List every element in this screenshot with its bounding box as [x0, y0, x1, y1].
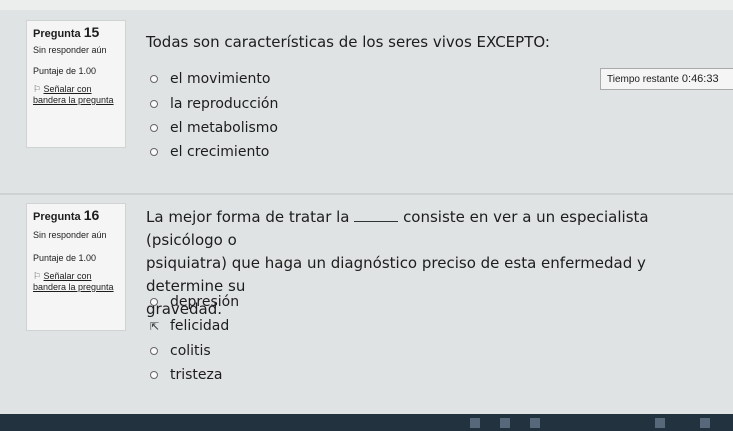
radio-button-icon[interactable] — [150, 298, 158, 306]
question-status: Sin responder aún — [33, 230, 107, 240]
question-15-title: Pregunta 15 — [33, 24, 119, 40]
radio-button-icon[interactable] — [150, 371, 158, 379]
option-la-reproduccion[interactable]: la reproducción — [150, 94, 278, 114]
top-strip — [0, 0, 733, 10]
option-label[interactable]: depresión — [170, 294, 239, 310]
option-label[interactable]: felicidad — [170, 318, 229, 334]
taskbar-app-icon[interactable] — [700, 418, 710, 428]
radio-button-icon[interactable] — [150, 75, 158, 83]
option-el-metabolismo[interactable]: el metabolismo — [150, 118, 278, 138]
taskbar-app-icon[interactable] — [655, 418, 665, 428]
question-label: Pregunta — [33, 211, 81, 223]
question-divider — [0, 193, 733, 195]
radio-button-icon[interactable] — [150, 347, 158, 355]
time-remaining: Tiempo restante 0:46:33 — [600, 68, 733, 90]
option-el-crecimiento[interactable]: el crecimiento — [150, 142, 269, 162]
radio-button-icon[interactable] — [150, 148, 158, 156]
question-16-title: Pregunta 16 — [33, 207, 119, 223]
mouse-cursor-icon: ⇱ — [150, 319, 160, 333]
answer-blank — [354, 211, 399, 222]
option-tristeza[interactable]: tristeza — [150, 365, 222, 385]
option-label[interactable]: el metabolismo — [170, 120, 278, 136]
radio-button-icon[interactable] — [150, 100, 158, 108]
option-depresion[interactable]: depresión — [150, 292, 239, 312]
question-number: 15 — [83, 24, 100, 40]
option-label[interactable]: colitis — [170, 343, 211, 359]
option-label[interactable]: el movimiento — [170, 71, 270, 87]
flag-question-label[interactable]: Señalar con bandera la pregunta — [33, 271, 114, 292]
option-label[interactable]: tristeza — [170, 367, 222, 383]
question-15-info: Pregunta 15 Sin responder aún Puntaje de… — [26, 20, 126, 148]
flag-question-link[interactable]: ⚐ Señalar con bandera la pregunta — [33, 271, 119, 293]
question-grade: Puntaje de 1.00 — [33, 253, 97, 263]
taskbar-app-icon[interactable] — [470, 418, 480, 428]
question-16-info: Pregunta 16 Sin responder aún Puntaje de… — [26, 203, 126, 331]
radio-button-icon[interactable] — [150, 124, 158, 132]
question-grade: Puntaje de 1.00 — [33, 66, 97, 76]
question-status: Sin responder aún — [33, 45, 107, 55]
option-label[interactable]: el crecimiento — [170, 144, 269, 160]
time-remaining-label: Tiempo restante — [607, 73, 679, 85]
question-label: Pregunta — [33, 28, 81, 40]
question-text-part: La mejor forma de tratar la — [146, 208, 350, 226]
flag-question-link[interactable]: ⚐ Señalar con bandera la pregunta — [33, 84, 119, 106]
taskbar-app-icon[interactable] — [530, 418, 540, 428]
option-label[interactable]: la reproducción — [170, 96, 278, 112]
question-15-text: Todas son características de los seres v… — [146, 33, 550, 51]
taskbar-app-icon[interactable] — [500, 418, 510, 428]
taskbar — [0, 414, 733, 431]
option-el-movimiento[interactable]: el movimiento — [150, 69, 270, 89]
flag-icon: ⚐ — [33, 84, 42, 94]
time-remaining-value: 0:46:33 — [681, 73, 719, 85]
question-16-line-1: La mejor forma de tratar la consiste en … — [146, 206, 721, 252]
question-number: 16 — [83, 207, 100, 223]
flag-icon: ⚐ — [33, 271, 42, 281]
option-colitis[interactable]: colitis — [150, 341, 211, 361]
option-felicidad[interactable]: ⇱ felicidad — [150, 316, 229, 336]
flag-question-label[interactable]: Señalar con bandera la pregunta — [33, 84, 114, 105]
